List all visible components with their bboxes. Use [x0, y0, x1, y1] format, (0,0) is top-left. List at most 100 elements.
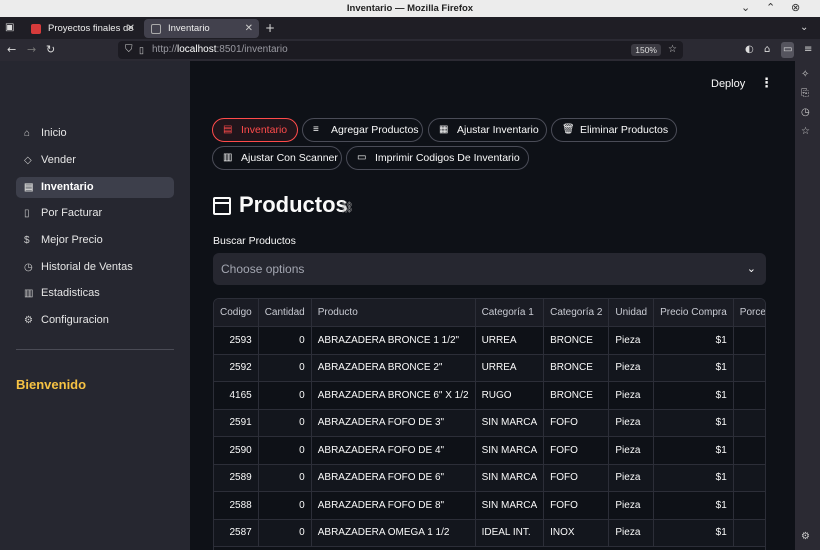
- cell-categoria-2[interactable]: INOX: [543, 519, 610, 547]
- anchor-link-icon[interactable]: ⛓: [340, 201, 354, 214]
- cell-categoria-1[interactable]: IDEAL INT.: [475, 519, 545, 547]
- cell-producto[interactable]: ABRAZADERA BRONCE 1 1/2": [311, 326, 476, 355]
- cell-porcentaje[interactable]: [733, 381, 765, 410]
- sidebar-item-inicio[interactable]: ⌂ Inicio: [16, 123, 174, 144]
- cell-precio-compra[interactable]: $1: [653, 464, 734, 492]
- cell-precio-compra[interactable]: $1: [653, 354, 734, 382]
- eliminar-productos-button[interactable]: 🗑︎ Eliminar Productos: [551, 118, 677, 142]
- cell-codigo[interactable]: 2590: [214, 436, 259, 465]
- zoom-badge[interactable]: 150%: [631, 44, 661, 56]
- column-header[interactable]: Codigo: [214, 299, 259, 327]
- cell-producto[interactable]: ABRAZADERA FOFO DE 3": [311, 409, 476, 437]
- cell-categoria-1[interactable]: SIN MARCA: [475, 409, 545, 437]
- cell-cantidad[interactable]: 0: [258, 519, 312, 547]
- cell-categoria-2[interactable]: BRONCE: [543, 354, 610, 382]
- bookmark-star-icon[interactable]: ☆: [668, 41, 677, 59]
- new-tab-icon[interactable]: +: [265, 20, 275, 36]
- forward-icon[interactable]: →: [27, 42, 36, 58]
- table-row[interactable]: 2587 0 ABRAZADERA OMEGA 1 1/2 IDEAL INT.…: [214, 519, 765, 547]
- cell-cantidad[interactable]: 0: [258, 491, 312, 520]
- cell-categoria-2[interactable]: FOFO: [543, 464, 610, 492]
- product-multiselect[interactable]: Choose options ⌄: [213, 253, 766, 285]
- cell-producto[interactable]: ABRAZADERA BRONCE 2": [311, 354, 476, 382]
- cell-cantidad[interactable]: 0: [258, 326, 312, 355]
- table-row[interactable]: 2590 0 ABRAZADERA FOFO DE 4" SIN MARCA F…: [214, 436, 765, 465]
- cell-categoria-1[interactable]: SIN MARCA: [475, 436, 545, 465]
- cell-unidad[interactable]: Pieza: [608, 464, 655, 492]
- close-tab-icon[interactable]: ✕: [127, 19, 135, 38]
- cell-codigo[interactable]: 2589: [214, 464, 259, 492]
- cell-categoria-1[interactable]: SIN MARCA: [475, 491, 545, 520]
- cell-codigo[interactable]: 2587: [214, 519, 259, 547]
- page-info-icon[interactable]: ▯: [139, 41, 144, 59]
- cell-cantidad[interactable]: 0: [258, 464, 312, 492]
- table-row[interactable]: 2588 0 ABRAZADERA FOFO DE 8" SIN MARCA F…: [214, 491, 765, 520]
- cell-producto[interactable]: ABRAZADERA OMEGA 1 1/2: [311, 519, 476, 547]
- cell-categoria-2[interactable]: BRONCE: [543, 326, 610, 355]
- history-clock-icon[interactable]: ◷: [801, 107, 810, 118]
- column-header[interactable]: Unidad: [608, 299, 655, 327]
- table-row[interactable]: 2591 0 ABRAZADERA FOFO DE 3" SIN MARCA F…: [214, 409, 765, 437]
- table-row[interactable]: 2592 0 ABRAZADERA BRONCE 2" URREA BRONCE…: [214, 354, 765, 382]
- cell-categoria-1[interactable]: URREA: [475, 354, 545, 382]
- cell-categoria-2[interactable]: FOFO: [543, 409, 610, 437]
- cell-codigo[interactable]: 2588: [214, 491, 259, 520]
- column-header[interactable]: Categoría 2: [543, 299, 610, 327]
- column-header[interactable]: Porce: [733, 299, 765, 327]
- tab-inventario[interactable]: Inventario ✕: [144, 19, 259, 38]
- table-row[interactable]: 2589 0 ABRAZADERA FOFO DE 6" SIN MARCA F…: [214, 464, 765, 492]
- cell-categoria-1[interactable]: RUGO: [475, 381, 545, 410]
- tab-proyectos[interactable]: Proyectos finales de ✕: [24, 19, 141, 38]
- cell-precio-compra[interactable]: $1: [653, 381, 734, 410]
- cell-codigo[interactable]: 4165: [214, 381, 259, 410]
- ai-sparkle-icon[interactable]: ✧: [801, 69, 809, 80]
- cell-codigo[interactable]: 2592: [214, 354, 259, 382]
- table-row[interactable]: 2593 0 ABRAZADERA BRONCE 1 1/2" URREA BR…: [214, 326, 765, 355]
- cell-porcentaje[interactable]: [733, 436, 765, 465]
- cell-precio-compra[interactable]: $1: [653, 326, 734, 355]
- ajustar-inventario-button[interactable]: ▦ Ajustar Inventario: [428, 118, 547, 142]
- cell-producto[interactable]: ABRAZADERA BRONCE 6" X 1/2: [311, 381, 476, 410]
- maximize-icon[interactable]: ⌃: [766, 0, 775, 17]
- cell-precio-compra[interactable]: $1: [653, 409, 734, 437]
- cell-precio-compra[interactable]: $1: [653, 519, 734, 547]
- cell-producto[interactable]: ABRAZADERA FOFO DE 6": [311, 464, 476, 492]
- back-icon[interactable]: ←: [7, 42, 16, 58]
- url-bar[interactable]: ⛉ ▯ http://localhost:8501/inventario 150…: [118, 41, 683, 59]
- cell-categoria-1[interactable]: SIN MARCA: [475, 464, 545, 492]
- tab-overview-icon[interactable]: ▣: [5, 20, 14, 36]
- puzzle-icon[interactable]: ⌂: [764, 42, 770, 58]
- sidebar-item-configuracion[interactable]: ⚙ Configuracion: [16, 310, 174, 331]
- sidebar-item-estadisticas[interactable]: ▥ Estadisticas: [16, 283, 174, 304]
- cell-porcentaje[interactable]: [733, 491, 765, 520]
- cell-codigo[interactable]: 2591: [214, 409, 259, 437]
- sidebar-settings-icon[interactable]: ⚙: [801, 531, 810, 542]
- cell-unidad[interactable]: Pieza: [608, 354, 655, 382]
- sidebar-item-vender[interactable]: ◇ Vender: [16, 150, 174, 171]
- sidebar-item-inventario[interactable]: ▤ Inventario: [16, 177, 174, 198]
- sidebar-item-mejor-precio[interactable]: $ Mejor Precio: [16, 230, 174, 251]
- column-header[interactable]: Cantidad: [258, 299, 312, 327]
- ajustar-con-scanner-button[interactable]: ▥ Ajustar Con Scanner: [212, 146, 342, 170]
- cell-cantidad[interactable]: 0: [258, 381, 312, 410]
- menu-icon[interactable]: ≡: [804, 42, 812, 58]
- cell-codigo[interactable]: 2593: [214, 326, 259, 355]
- cell-porcentaje[interactable]: [733, 519, 765, 547]
- cell-precio-compra[interactable]: $1: [653, 491, 734, 520]
- cell-porcentaje[interactable]: [733, 464, 765, 492]
- imprimir-codigos-button[interactable]: ▭ Imprimir Codigos De Inventario: [346, 146, 529, 170]
- cell-producto[interactable]: ABRAZADERA FOFO DE 4": [311, 436, 476, 465]
- cell-categoria-2[interactable]: BRONCE: [543, 381, 610, 410]
- cell-unidad[interactable]: Pieza: [608, 491, 655, 520]
- close-tab-icon[interactable]: ✕: [245, 19, 253, 38]
- sidebar-item-por-facturar[interactable]: ▯ Por Facturar: [16, 203, 174, 224]
- close-window-icon[interactable]: ⊗: [791, 0, 800, 17]
- cell-unidad[interactable]: Pieza: [608, 436, 655, 465]
- cell-porcentaje[interactable]: [733, 326, 765, 355]
- inventario-tab-button[interactable]: ▤ Inventario: [212, 118, 298, 142]
- sidebar-toggle-icon[interactable]: ▭: [781, 42, 795, 58]
- agregar-productos-button[interactable]: ≡ Agregar Productos: [302, 118, 423, 142]
- sidebar-item-historial[interactable]: ◷ Historial de Ventas: [16, 257, 174, 278]
- cell-unidad[interactable]: Pieza: [608, 326, 655, 355]
- tab-list-icon[interactable]: ⌄: [800, 20, 808, 36]
